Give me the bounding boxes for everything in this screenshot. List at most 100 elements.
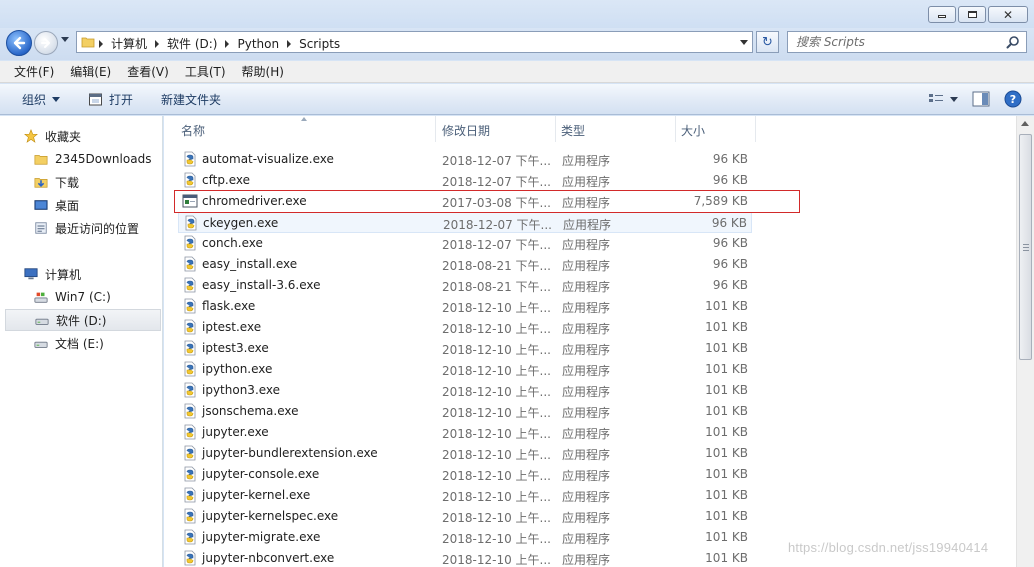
nav-item-recent-places[interactable]: 最近访问的位置 [5,217,161,239]
file-list: 名称 修改日期 类型 大小 automat-visualize.exe 2018-… [164,116,1016,567]
file-date-modified: 2018-08-21 下午... [442,259,551,273]
address-history-dropdown-icon[interactable] [740,40,748,45]
file-size: 101 KB [705,467,748,481]
nav-item-drive-e[interactable]: 文档 (E:) [5,332,161,354]
file-name: ipython.exe [202,362,273,376]
python-icon [184,340,196,356]
breadcrumb-drive-d[interactable]: 软件 (D:) [167,35,217,52]
nav-item-drive-d[interactable]: 软件 (D:) [5,309,161,331]
file-name: iptest3.exe [202,341,269,355]
menu-tools[interactable]: 工具(T) [177,61,234,83]
search-input[interactable] [788,32,988,52]
file-row[interactable]: jupyter-bundlerextension.exe 2018-12-10 上… [178,443,752,464]
minimize-button[interactable] [928,6,956,23]
nav-item-2345downloads[interactable]: 2345Downloads [5,148,161,170]
file-row[interactable]: flask.exe 2018-12-10 上午... 应用程序 101 KB [178,296,752,317]
file-row[interactable]: jupyter-nbconvert.exe 2018-12-10 上午... 应用程… [178,548,752,567]
column-divider[interactable] [555,116,556,142]
grip-line [1023,247,1029,248]
python-icon [184,466,196,482]
breadcrumb-scripts[interactable]: Scripts [299,37,340,51]
file-date-modified: 2018-12-07 下午... [442,175,551,189]
recent-pages-dropdown-icon[interactable] [61,37,69,42]
menu-help[interactable]: 帮助(H) [234,61,292,83]
downloads-folder-icon [34,178,48,188]
system-drive-icon [34,292,48,303]
file-row[interactable]: ckeygen.exe 2018-12-07 下午... 应用程序 96 KB [178,212,752,233]
search-box[interactable] [787,31,1027,53]
close-button[interactable]: ✕ [988,6,1028,23]
file-row[interactable]: easy_install-3.6.exe 2018-08-21 下午... 应用程序… [178,275,752,296]
nav-item-desktop[interactable]: 桌面 [5,194,161,216]
breadcrumb-python[interactable]: Python [237,37,279,51]
file-row[interactable]: jupyter-migrate.exe 2018-12-10 上午... 应用程序 1… [178,527,752,548]
file-date-modified: 2018-12-10 上午... [442,406,551,420]
file-name: ipython3.exe [202,383,281,397]
file-row[interactable]: ipython.exe 2018-12-10 上午... 应用程序 101 KB [178,359,752,380]
navigation-pane: 收藏夹 2345Downloads 下载 桌面 最近访问的位置 计算机 Win7… [0,116,163,567]
menu-view[interactable]: 查看(V) [119,61,177,83]
file-date-modified: 2018-08-21 下午... [442,280,551,294]
maximize-icon [967,11,977,18]
nav-item-label: Win7 (C:) [55,290,111,304]
breadcrumb-computer[interactable]: 计算机 [111,35,147,52]
preview-pane-icon[interactable] [972,91,990,107]
nav-item-drive-c[interactable]: Win7 (C:) [5,286,161,308]
python-icon [184,424,196,440]
file-type: 应用程序 [562,553,611,567]
scroll-up-arrow-icon[interactable] [1021,121,1029,126]
refresh-button[interactable]: ↻ [756,31,779,53]
file-row[interactable]: jupyter-console.exe 2018-12-10 上午... 应用程序 1… [178,464,752,485]
nav-favorites[interactable]: 收藏夹 [5,125,161,147]
file-type: 应用程序 [562,343,611,357]
column-header-name[interactable]: 名称 [181,122,205,139]
menu-edit[interactable]: 编辑(E) [62,61,119,83]
file-row[interactable]: cftp.exe 2018-12-07 下午... 应用程序 96 KB [178,170,752,191]
file-row[interactable]: jupyter-kernel.exe 2018-12-10 上午... 应用程序 10… [178,485,752,506]
file-row[interactable]: jupyter-kernelspec.exe 2018-12-10 上午... 应用… [178,506,752,527]
python-icon [185,215,197,231]
vertical-scrollbar[interactable] [1016,116,1034,567]
menu-file[interactable]: 文件(F) [6,61,62,83]
address-bar[interactable]: 计算机 软件 (D:) Python Scripts [76,31,753,53]
back-arrow-icon [13,36,26,50]
file-size: 101 KB [705,404,748,418]
file-row[interactable]: ipython3.exe 2018-12-10 上午... 应用程序 101 KB [178,380,752,401]
column-header-date[interactable]: 修改日期 [442,122,490,139]
file-row[interactable]: iptest3.exe 2018-12-10 上午... 应用程序 101 KB [178,338,752,359]
column-divider[interactable] [755,116,756,142]
file-row[interactable]: automat-visualize.exe 2018-12-07 下午... 应用程… [178,149,752,170]
file-row[interactable]: easy_install.exe 2018-08-21 下午... 应用程序 96 K… [178,254,752,275]
breadcrumb-separator-icon[interactable] [155,39,160,48]
grip-line [1023,250,1029,251]
breadcrumb-separator-icon[interactable] [99,39,103,48]
nav-item-downloads[interactable]: 下载 [5,171,161,193]
breadcrumb-separator-icon[interactable] [225,39,230,48]
file-row[interactable]: iptest.exe 2018-12-10 上午... 应用程序 101 KB [178,317,752,338]
file-row[interactable]: conch.exe 2018-12-07 下午... 应用程序 96 KB [178,233,752,254]
help-icon[interactable]: ? [1004,90,1022,108]
nav-item-label: 软件 (D:) [56,313,107,328]
column-header-size[interactable]: 大小 [681,122,705,139]
forward-button[interactable] [34,31,58,55]
command-bar: 组织 打开 新建文件夹 ? [0,84,1034,115]
organize-button[interactable]: 组织 [0,84,74,115]
drive-icon [35,318,49,325]
file-row[interactable]: jupyter.exe 2018-12-10 上午... 应用程序 101 KB [178,422,752,443]
back-button[interactable] [6,30,32,56]
file-date-modified: 2018-12-10 上午... [442,364,551,378]
maximize-button[interactable] [958,6,986,23]
open-button[interactable]: 打开 [74,84,147,115]
search-icon[interactable] [1006,35,1020,49]
new-folder-label: 新建文件夹 [161,92,222,107]
column-divider[interactable] [675,116,676,142]
change-view-icon[interactable] [928,92,958,106]
column-header-type[interactable]: 类型 [561,122,585,139]
nav-computer[interactable]: 计算机 [5,263,161,285]
new-folder-button[interactable]: 新建文件夹 [147,84,235,115]
scrollbar-thumb[interactable] [1019,134,1032,360]
file-row[interactable]: jsonschema.exe 2018-12-10 上午... 应用程序 101 KB [178,401,752,422]
breadcrumb-separator-icon[interactable] [287,39,292,48]
column-divider[interactable] [435,116,436,142]
file-date-modified: 2018-12-07 下午... [442,238,551,252]
